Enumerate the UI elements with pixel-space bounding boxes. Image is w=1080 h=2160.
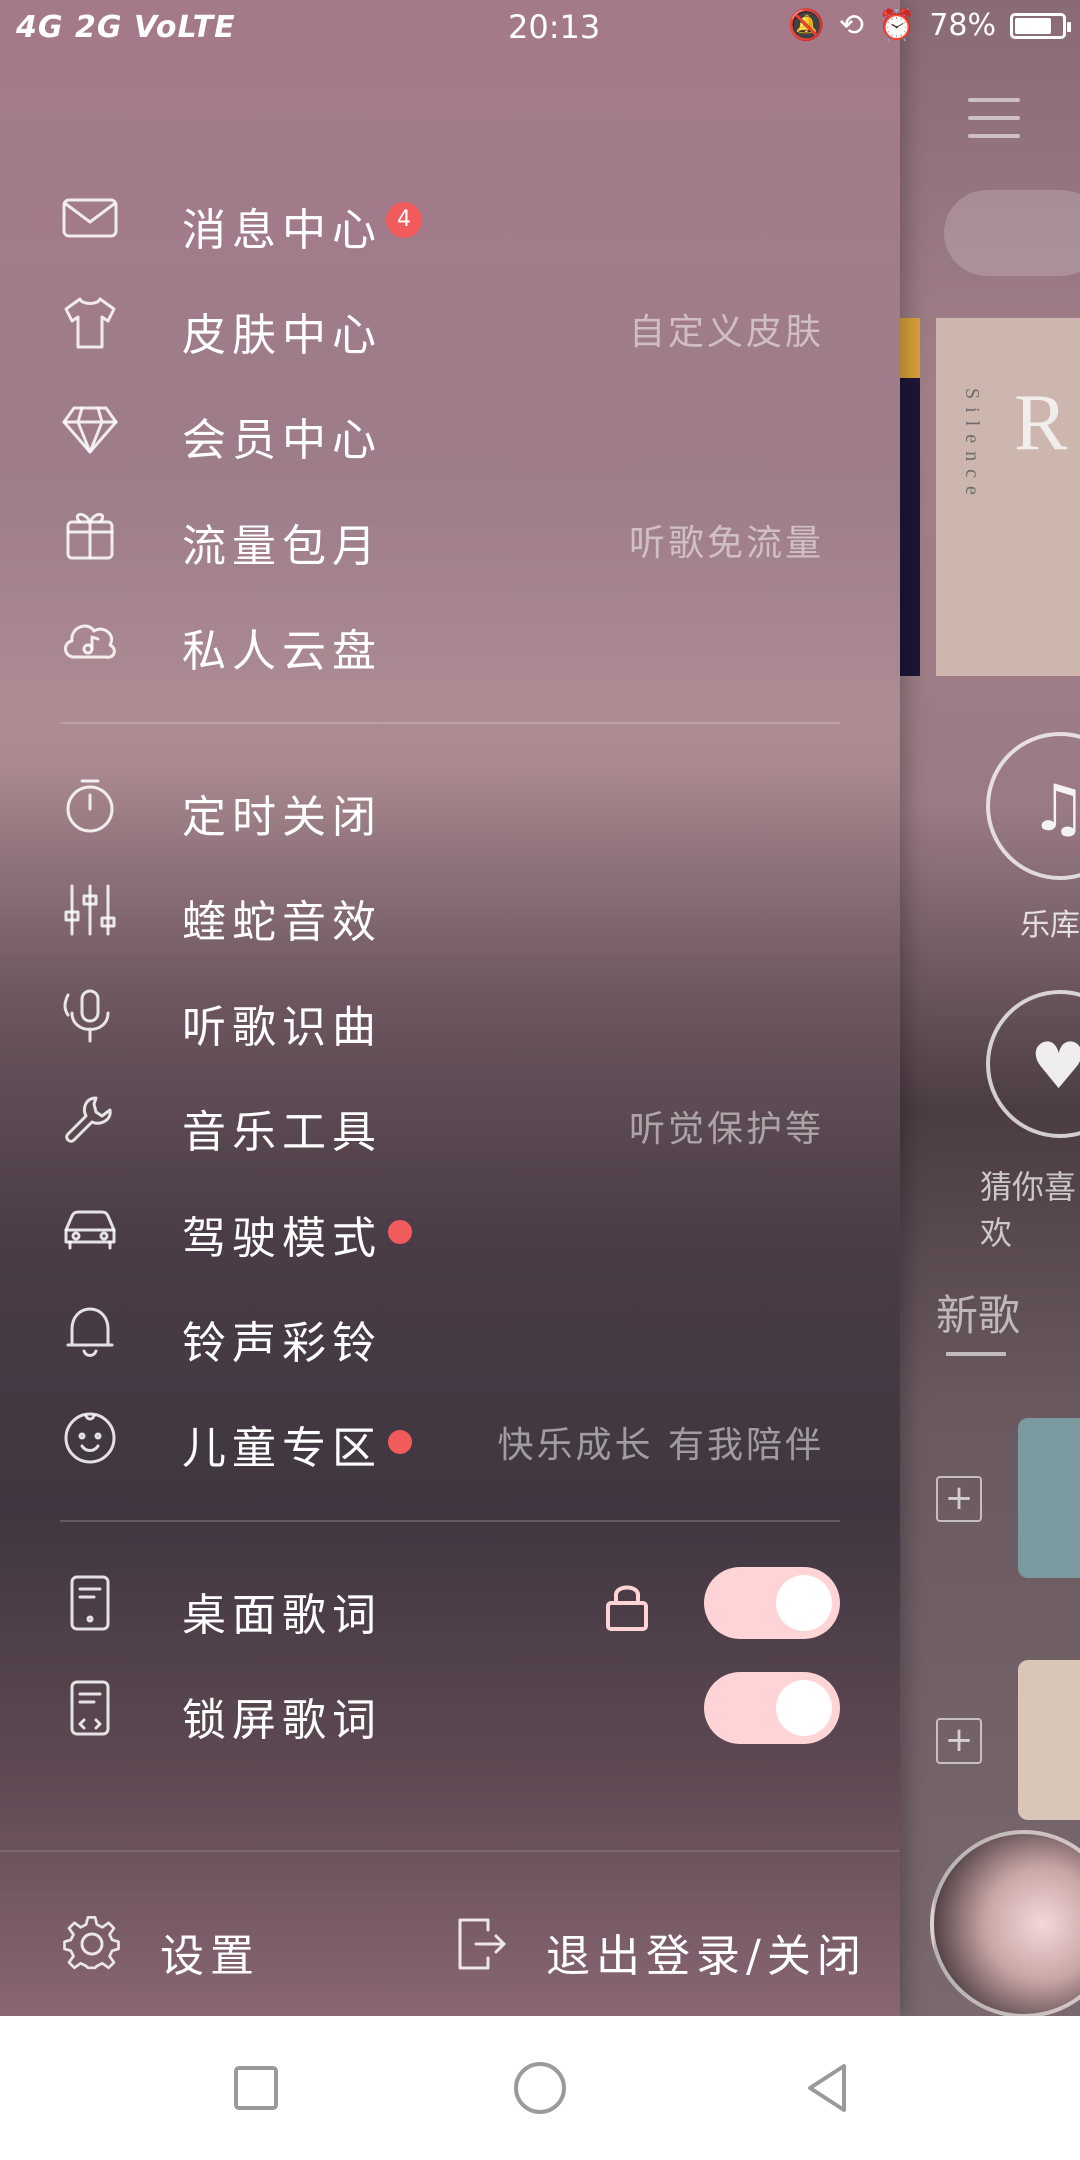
menu-item-skin-center[interactable]: 皮肤中心 自定义皮肤 xyxy=(0,285,900,365)
menu-item-private-cloud[interactable]: 私人云盘 xyxy=(0,601,900,681)
hamburger-menu-icon[interactable] xyxy=(968,98,1020,152)
lockscreen-lyrics-icon xyxy=(58,1676,122,1740)
menu-divider xyxy=(60,1520,840,1522)
menu-hint: 听歌免流量 xyxy=(628,523,824,564)
menu-hint: 听觉保护等 xyxy=(628,1109,824,1150)
menu-label: 皮肤中心 xyxy=(182,310,382,361)
menu-item-lockscreen-lyrics[interactable]: 锁屏歌词 xyxy=(0,1670,900,1750)
new-dot xyxy=(388,1220,412,1244)
logout-label: 退出登录/关闭 xyxy=(546,1931,867,1982)
logout-button[interactable]: 退出登录/关闭 xyxy=(450,1912,861,1982)
menu-label: 音乐工具 xyxy=(182,1107,382,1158)
drawer-bottom-bar: 设置 退出登录/关闭 xyxy=(0,1850,900,2018)
menu-item-music-tools[interactable]: 音乐工具 听觉保护等 xyxy=(0,1082,900,1162)
song-thumbnail-1[interactable] xyxy=(1018,1418,1080,1578)
album-art-letters: R xyxy=(1014,379,1068,467)
square-icon xyxy=(234,2066,278,2110)
music-note-icon: ♫ xyxy=(1030,772,1080,846)
desktop-lyrics-toggle[interactable] xyxy=(704,1567,840,1639)
menu-label: 私人云盘 xyxy=(182,626,382,677)
back-button[interactable] xyxy=(800,2060,856,2116)
bell-icon xyxy=(58,1299,122,1363)
toggle-knob xyxy=(776,1575,832,1631)
menu-label: 蝰蛇音效 xyxy=(182,897,382,948)
menu-item-data-package[interactable]: 流量包月 听歌免流量 xyxy=(0,496,900,576)
navigation-bar xyxy=(0,2016,1080,2160)
menu-label: 会员中心 xyxy=(182,415,382,466)
status-icons: 🔕 ⟲ ⏰ 78% xyxy=(787,8,1071,43)
lockscreen-lyrics-toggle[interactable] xyxy=(704,1672,840,1744)
add-song-button-2[interactable]: + xyxy=(936,1718,982,1764)
cloud-music-icon xyxy=(58,607,122,671)
tshirt-icon xyxy=(58,291,122,355)
menu-item-message-center[interactable]: 消息中心 4 xyxy=(0,180,900,260)
menu-hint: 自定义皮肤 xyxy=(628,312,824,353)
gift-icon xyxy=(58,502,122,566)
menu-label: 定时关闭 xyxy=(182,792,382,843)
menu-item-song-recognition[interactable]: 听歌识曲 xyxy=(0,977,900,1057)
logout-icon xyxy=(458,1918,506,1970)
menu-item-sound-effects[interactable]: 蝰蛇音效 xyxy=(0,872,900,952)
guess-you-like-label: 猜你喜欢 xyxy=(980,1168,1077,1252)
tab-indicator xyxy=(946,1352,1006,1356)
menu-item-kids-zone[interactable]: 儿童专区 快乐成长 有我陪伴 xyxy=(0,1398,900,1478)
recents-button[interactable] xyxy=(228,2060,284,2116)
wrench-icon xyxy=(58,1088,122,1152)
menu-item-desktop-lyrics[interactable]: 桌面歌词 xyxy=(0,1565,900,1645)
side-drawer: 消息中心 4 皮肤中心 自定义皮肤 会员中心 流量包月 听歌免流量 私人云盘 定… xyxy=(0,0,900,2016)
timer-icon xyxy=(58,773,122,837)
new-dot xyxy=(388,1430,412,1454)
album-title-text: Silence xyxy=(961,388,983,503)
add-song-button-1[interactable]: + xyxy=(936,1476,982,1522)
gear-icon xyxy=(63,1916,120,1970)
song-thumbnail-2[interactable] xyxy=(1018,1660,1080,1820)
equalizer-icon xyxy=(58,878,122,942)
search-pill[interactable] xyxy=(944,190,1080,276)
car-icon xyxy=(58,1194,122,1258)
menu-label: 消息中心 xyxy=(182,205,382,256)
settings-button[interactable]: 设置 xyxy=(60,1912,280,1982)
mic-recognize-icon xyxy=(58,983,122,1047)
album-cover-1[interactable] xyxy=(900,318,920,676)
menu-label: 流量包月 xyxy=(182,521,382,572)
status-bar: 4G 2G VoLTE 20:13 🔕 ⟲ ⏰ 78% xyxy=(0,0,1080,56)
menu-label: 锁屏歌词 xyxy=(182,1695,382,1746)
unread-badge: 4 xyxy=(386,202,422,238)
triangle-back-icon xyxy=(808,2064,846,2112)
menu-divider xyxy=(60,722,840,724)
battery-percent: 78% xyxy=(929,8,996,43)
album-cover-2[interactable]: Silence R xyxy=(936,318,1080,676)
menu-hint: 快乐成长 有我陪伴 xyxy=(497,1425,824,1466)
menu-label: 驾驶模式 xyxy=(182,1213,382,1264)
lock-icon[interactable] xyxy=(600,1579,654,1633)
battery-icon xyxy=(1010,12,1071,39)
diamond-icon xyxy=(58,396,122,460)
toggle-knob xyxy=(776,1680,832,1736)
circle-icon xyxy=(514,2062,566,2114)
signal-indicator: 4G 2G VoLTE xyxy=(16,10,236,45)
settings-label: 设置 xyxy=(160,1931,260,1982)
menu-item-driving-mode[interactable]: 驾驶模式 xyxy=(0,1188,900,1268)
menu-label: 儿童专区 xyxy=(182,1423,382,1474)
mail-icon xyxy=(58,186,122,250)
menu-item-ringtones[interactable]: 铃声彩铃 xyxy=(0,1293,900,1373)
home-button[interactable] xyxy=(512,2060,568,2116)
vibrate-icon: 🔕 xyxy=(787,8,825,43)
menu-label: 听歌识曲 xyxy=(182,1002,382,1053)
menu-item-sleep-timer[interactable]: 定时关闭 xyxy=(0,767,900,847)
music-library-label: 乐库 xyxy=(1020,908,1080,943)
baby-face-icon xyxy=(58,1404,122,1468)
tab-new-songs[interactable]: 新歌 xyxy=(936,1282,1020,1343)
clock: 20:13 xyxy=(508,8,601,46)
menu-label: 铃声彩铃 xyxy=(182,1318,382,1369)
alarm-icon: ⏰ xyxy=(877,8,916,43)
menu-label: 桌面歌词 xyxy=(182,1590,382,1641)
menu-item-vip-center[interactable]: 会员中心 xyxy=(0,390,900,470)
rotation-lock-icon: ⟲ xyxy=(838,8,864,43)
radio-heart-icon: ♥ xyxy=(1030,1030,1080,1104)
phone-lyrics-icon xyxy=(58,1571,122,1635)
